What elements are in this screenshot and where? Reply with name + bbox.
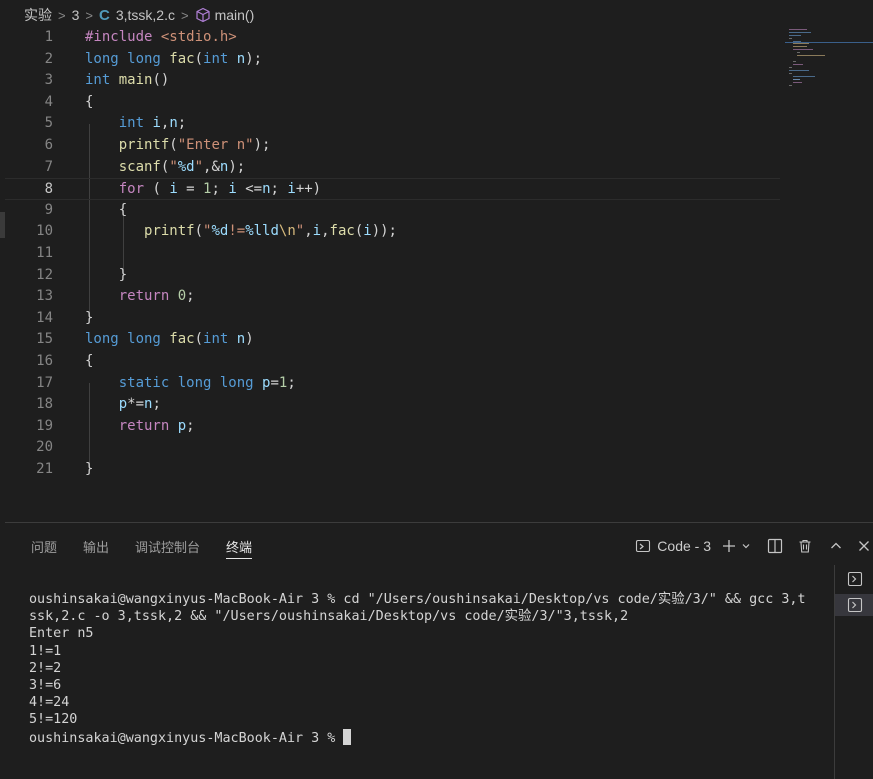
tab-output[interactable]: 输出 [83,523,109,569]
code-line[interactable]: 12 } [5,265,780,287]
chevron-right-icon: > [180,7,189,23]
panel-actions: Code - 3 [625,523,873,569]
plus-icon[interactable] [721,538,737,554]
terminal-line: 1!=1 [29,643,62,659]
panel-tabs: 问题 输出 调试控制台 终端 [5,523,253,569]
code-editor[interactable]: 1 #include <stdio.h> 2 long long fac(int n… [5,27,785,497]
code-line[interactable]: 2 long long fac(int n); [5,49,780,71]
terminal-icon[interactable] [635,538,651,554]
code-line[interactable]: 11 [5,243,780,265]
terminal-icon [847,597,862,613]
code-line[interactable]: 5 int i,n; [5,113,780,135]
code-line[interactable]: 16{ [5,351,780,373]
code-line[interactable]: 4{ [5,92,780,114]
minimap[interactable] [785,27,873,87]
code-line[interactable]: 21} [5,459,780,481]
terminal-prompt: oushinsakai@wangxinyus-MacBook-Air 3 % [29,730,344,746]
breadcrumb: 实验 > 3 > C 3,tssk,2.c > main() [0,0,873,30]
terminal-line: ssk,2.c -o 3,tssk,2 && "/Users/oushinsak… [29,609,629,625]
terminal-line: 4!=24 [29,695,70,711]
code-line[interactable]: 9 { [5,200,780,222]
close-icon[interactable] [857,539,871,553]
terminal-list-item-active[interactable] [835,594,873,616]
code-line[interactable]: 14} [5,308,780,330]
terminal-icon [847,571,862,587]
terminal-line: 5!=120 [29,712,78,728]
terminal-line: oushinsakai@wangxinyus-MacBook-Air 3 % c… [29,592,806,607]
chevron-right-icon: > [85,7,93,23]
code-line[interactable]: 1 #include <stdio.h> [5,27,780,49]
code-line[interactable]: 15 long long fac(int n) [5,329,780,351]
terminal-list [834,565,873,779]
breadcrumb-file[interactable]: 3,tssk,2.c [116,7,175,23]
terminal-prompt-line[interactable]: oushinsakai@wangxinyus-MacBook-Air 3 % [29,728,829,747]
terminal-list-item[interactable] [835,568,873,590]
code-line[interactable]: 19 return p; [5,416,780,438]
code-line[interactable]: 7 scanf("%d",&n); [5,157,780,179]
code-line[interactable]: 18 p*=n; [5,394,780,416]
code-line[interactable]: 6 printf("Enter n"); [5,135,780,157]
terminal-name[interactable]: Code - 3 [657,538,711,554]
tab-debug-console[interactable]: 调试控制台 [135,523,200,569]
chevron-right-icon: > [58,7,66,23]
code-line[interactable]: 17 static long long p=1; [5,373,780,395]
code-line[interactable]: 20 [5,437,780,459]
c-file-icon: C [98,6,110,24]
terminal-cursor [343,728,352,745]
breadcrumb-subfolder[interactable]: 3 [72,7,80,23]
terminal-line: Enter n5 [29,626,94,642]
terminal-output[interactable]: oushinsakai@wangxinyus-MacBook-Air 3 % c… [29,591,829,747]
terminal-line: 2!=2 [29,660,62,676]
breadcrumb-symbol[interactable]: main() [215,7,255,23]
chevron-down-icon[interactable] [741,541,751,551]
code-line[interactable]: 10 printf("%d!=%lld\n",i,fac(i)); [5,221,780,243]
breadcrumb-folder[interactable]: 实验 [24,5,52,25]
tab-terminal[interactable]: 终端 [226,523,253,569]
code-line[interactable]: 13 return 0; [5,286,780,308]
tab-problems[interactable]: 问题 [31,523,57,569]
terminal-line: 3!=6 [29,678,62,694]
bottom-panel: 问题 输出 调试控制台 终端 Code - 3 oushinsakai@wang… [5,522,873,779]
code-line[interactable]: 3 int main() [5,70,780,92]
code-line-current[interactable]: 8 for ( i = 1; i <=n; i++) [5,178,780,200]
split-icon[interactable] [767,538,783,554]
trash-icon[interactable] [797,538,813,554]
cube-icon [195,7,211,23]
chevron-up-icon[interactable] [829,539,843,553]
